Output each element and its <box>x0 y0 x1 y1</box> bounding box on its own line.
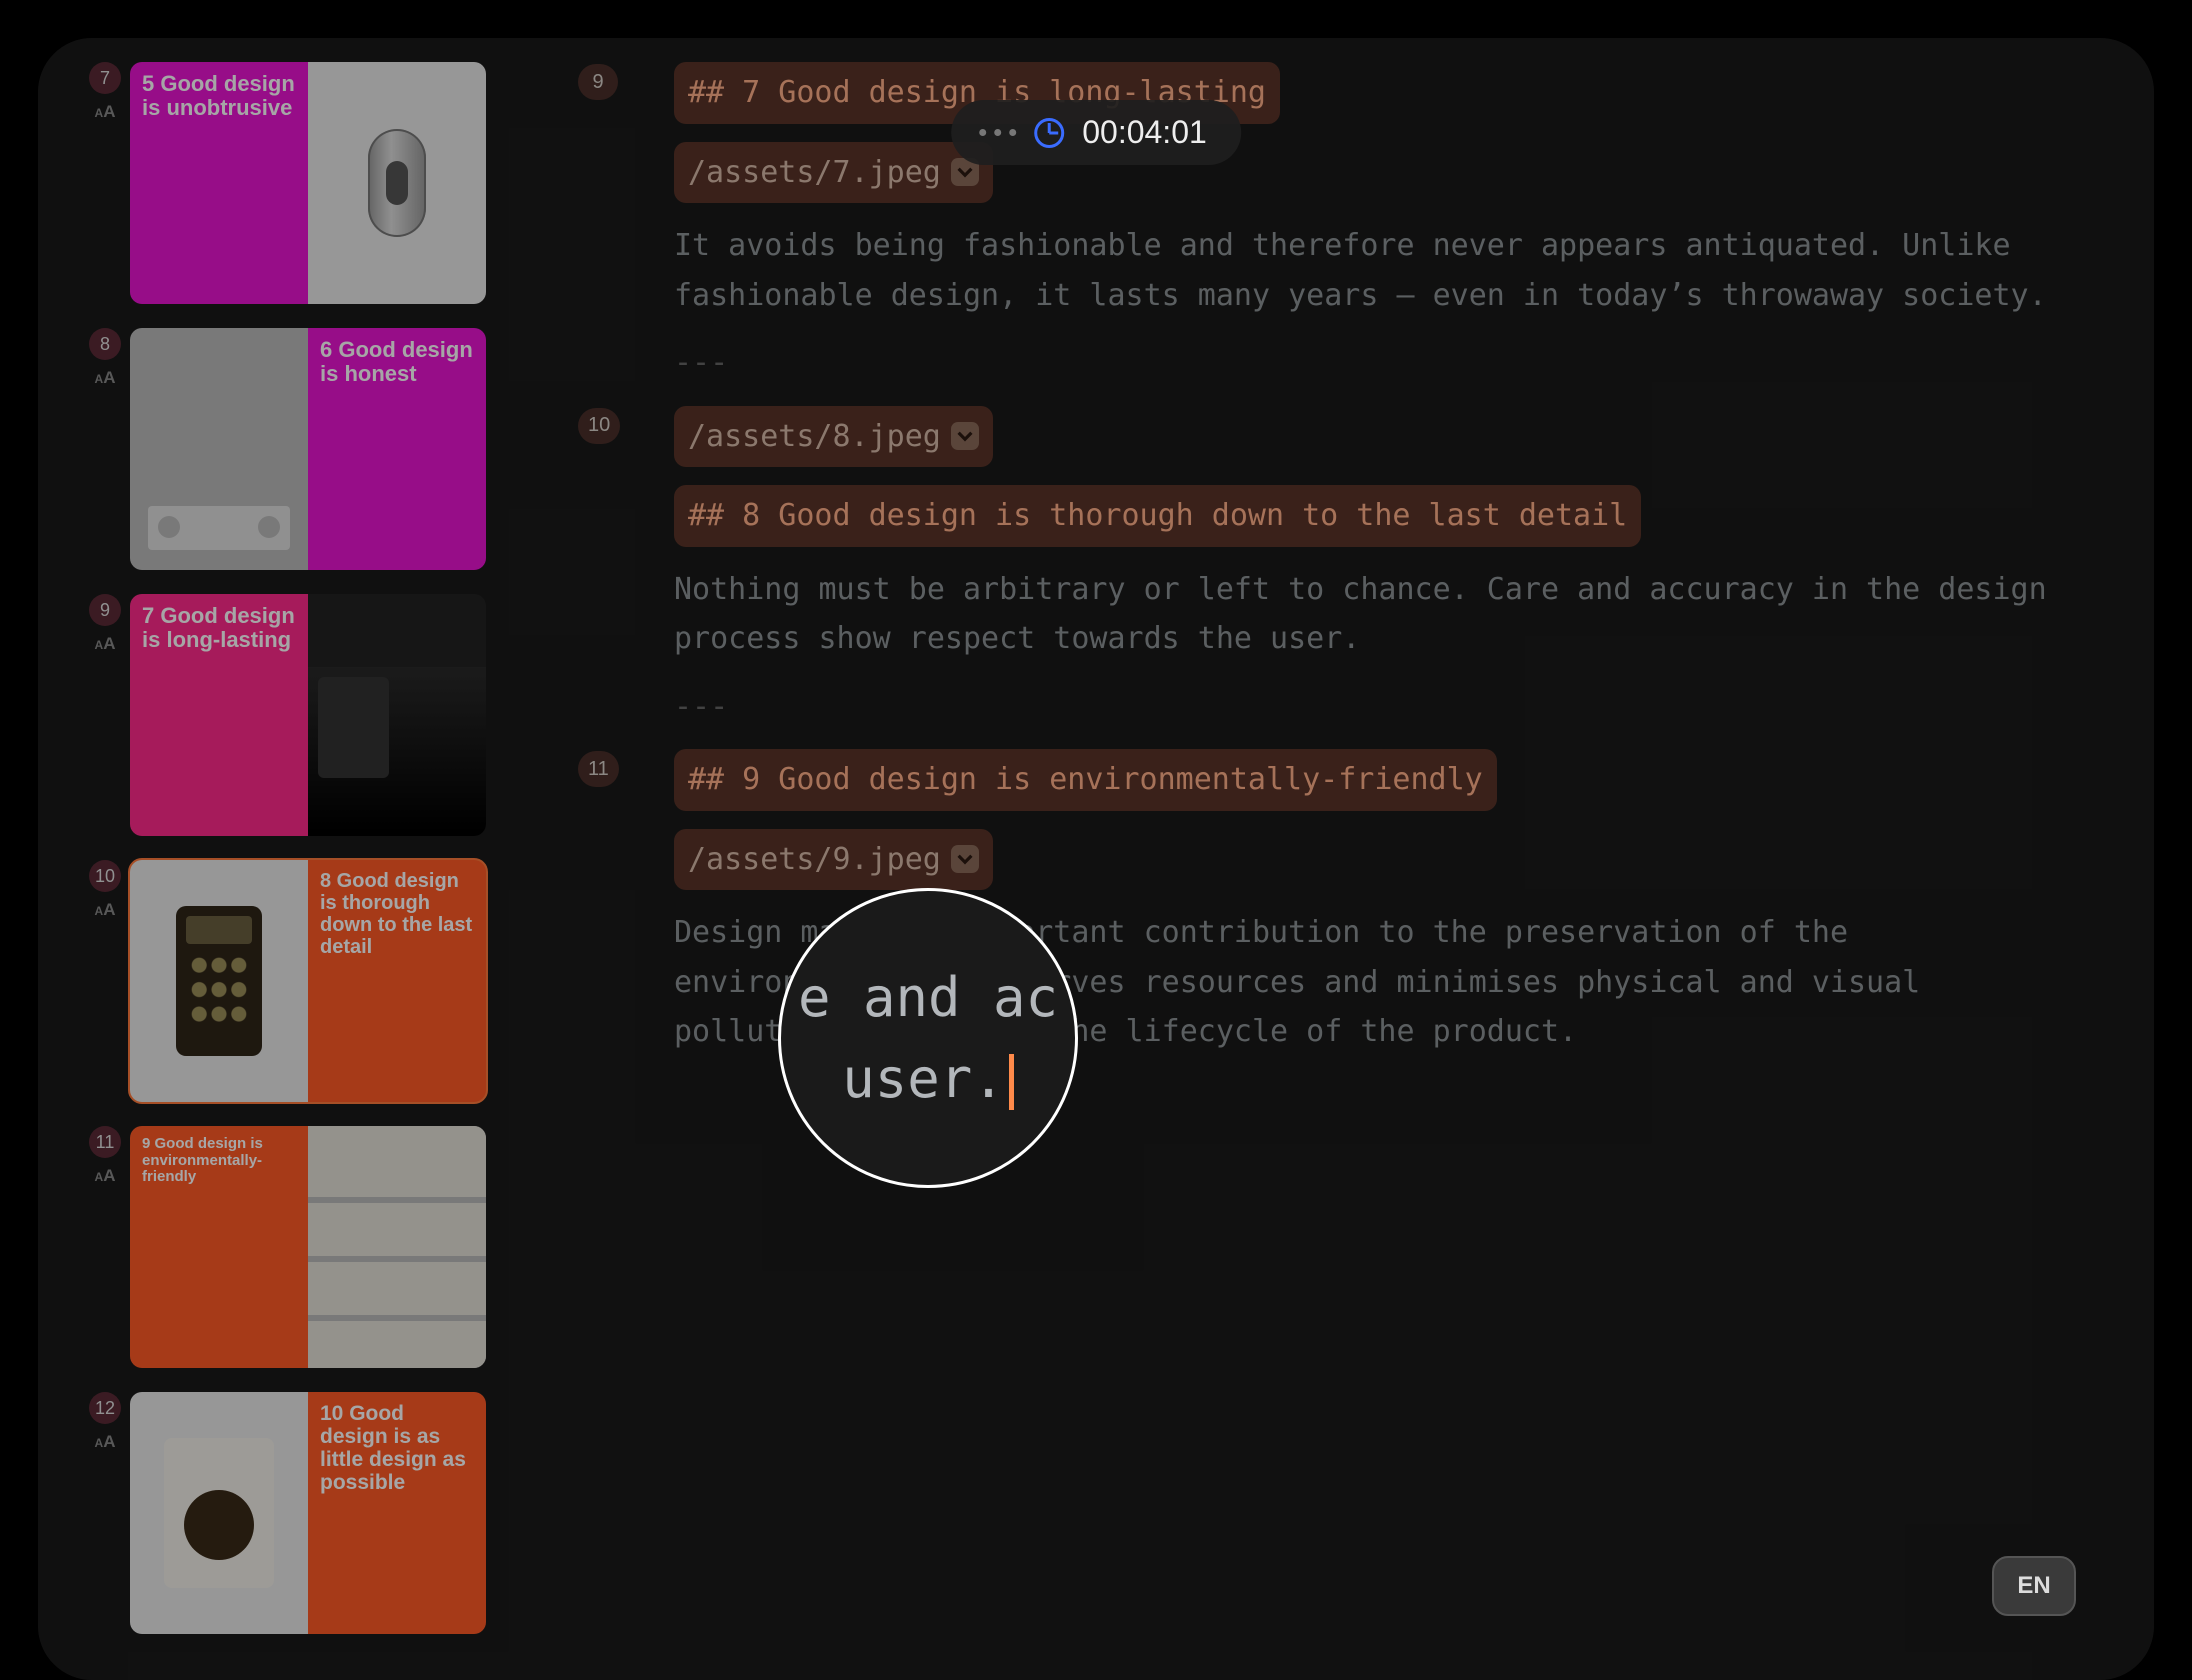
heading-pill[interactable]: ## 9 Good design is environmentally-frie… <box>674 749 1497 811</box>
separator: --- <box>674 682 2094 732</box>
text-size-icon <box>95 1166 116 1186</box>
slide-title: 7 Good design is long-lasting <box>130 594 308 662</box>
chevron-down-icon[interactable] <box>951 422 979 450</box>
text-size-icon <box>95 1432 116 1452</box>
slide-number-badge: 8 <box>89 328 121 360</box>
timer-value: 00:04:01 <box>1082 114 1207 151</box>
keyboard-language-badge[interactable]: EN <box>1992 1556 2076 1616</box>
slide-title: 8 Good design is thorough down to the la… <box>308 860 486 968</box>
editor-block[interactable]: --- <box>578 682 2094 732</box>
product-illustration <box>308 1126 486 1368</box>
editor-block[interactable]: ## 8 Good design is thorough down to the… <box>578 485 2094 547</box>
loupe-line-2: user. <box>842 1038 1014 1119</box>
recording-timer-pill[interactable]: 00:04:01 <box>951 100 1241 165</box>
editor-block[interactable]: --- <box>578 338 2094 388</box>
editor-block[interactable]: 9## 7 Good design is long-lasting <box>578 62 2094 124</box>
slide-thumbnail[interactable]: 11 9 Good design is environmentally-frien… <box>80 1126 522 1368</box>
heading-pill[interactable]: ## 8 Good design is thorough down to the… <box>674 485 1641 547</box>
block-number-badge: 11 <box>578 751 619 787</box>
product-illustration <box>176 906 262 1056</box>
loupe-line-1: e and ac <box>798 957 1058 1038</box>
asset-pill[interactable]: /assets/8.jpeg <box>674 406 993 468</box>
slide-number-badge: 7 <box>89 62 121 94</box>
slide-title: 9 Good design is environmentally-friendl… <box>130 1126 308 1196</box>
editor-block[interactable]: Nothing must be arbitrary or left to cha… <box>578 565 2094 664</box>
asset-pill[interactable]: /assets/7.jpeg <box>674 142 993 204</box>
slide-title: 10 Good design is as little design as po… <box>308 1392 486 1504</box>
paragraph-text[interactable]: It avoids being fashionable and therefor… <box>674 221 2094 320</box>
chevron-down-icon[interactable] <box>951 845 979 873</box>
text-size-icon <box>95 634 116 654</box>
editor-block[interactable]: /assets/7.jpeg <box>578 142 2094 204</box>
product-illustration <box>308 667 486 836</box>
editor-block[interactable]: /assets/9.jpeg <box>578 829 2094 891</box>
slide-title: 5 Good design is unobtrusive <box>130 62 308 130</box>
markdown-editor[interactable]: 9## 7 Good design is long-lasting/assets… <box>578 62 2094 1680</box>
block-number-badge: 10 <box>578 408 620 444</box>
slide-thumbnail[interactable]: 7 5 Good design is unobtrusive <box>80 62 522 304</box>
text-caret <box>1009 1054 1014 1110</box>
drag-handle-icon[interactable] <box>979 129 1016 136</box>
slide-thumbnail[interactable]: 9 7 Good design is long-lasting <box>80 594 522 836</box>
text-size-icon <box>95 368 116 388</box>
slide-title: 6 Good design is honest <box>308 328 486 396</box>
slide-thumbnail[interactable]: 8 6 Good design is honest <box>80 328 522 570</box>
text-size-icon <box>95 900 116 920</box>
asset-path: /assets/8.jpeg <box>688 412 941 462</box>
asset-pill[interactable]: /assets/9.jpeg <box>674 829 993 891</box>
product-illustration <box>148 506 290 550</box>
editor-block[interactable]: It avoids being fashionable and therefor… <box>578 221 2094 320</box>
paragraph-text[interactable]: Nothing must be arbitrary or left to cha… <box>674 565 2094 664</box>
editor-block[interactable]: 10/assets/8.jpeg <box>578 406 2094 468</box>
text-magnifier-loupe: e and ac user. <box>778 888 1078 1188</box>
slide-number-badge: 10 <box>89 860 121 892</box>
slide-thumbnail-sidebar: 7 5 Good design is unobtrusive 8 6 Good des… <box>80 62 522 1680</box>
slide-thumbnail[interactable]: 10 8 Good design is thorough down to the … <box>80 860 522 1102</box>
text-size-icon <box>95 102 116 122</box>
separator: --- <box>674 338 2094 388</box>
clock-icon <box>1034 118 1064 148</box>
editor-block[interactable]: 11 ## 9 Good design is environmentally-fr… <box>578 749 2094 811</box>
product-illustration <box>368 129 426 237</box>
product-illustration <box>164 1438 274 1588</box>
slide-number-badge: 9 <box>89 594 121 626</box>
block-number-badge: 9 <box>578 64 618 100</box>
slide-number-badge: 11 <box>89 1126 121 1158</box>
slide-thumbnail[interactable]: 12 10 Good design is as little design as … <box>80 1392 522 1634</box>
asset-path: /assets/9.jpeg <box>688 835 941 885</box>
slide-number-badge: 12 <box>89 1392 121 1424</box>
asset-path: /assets/7.jpeg <box>688 148 941 198</box>
